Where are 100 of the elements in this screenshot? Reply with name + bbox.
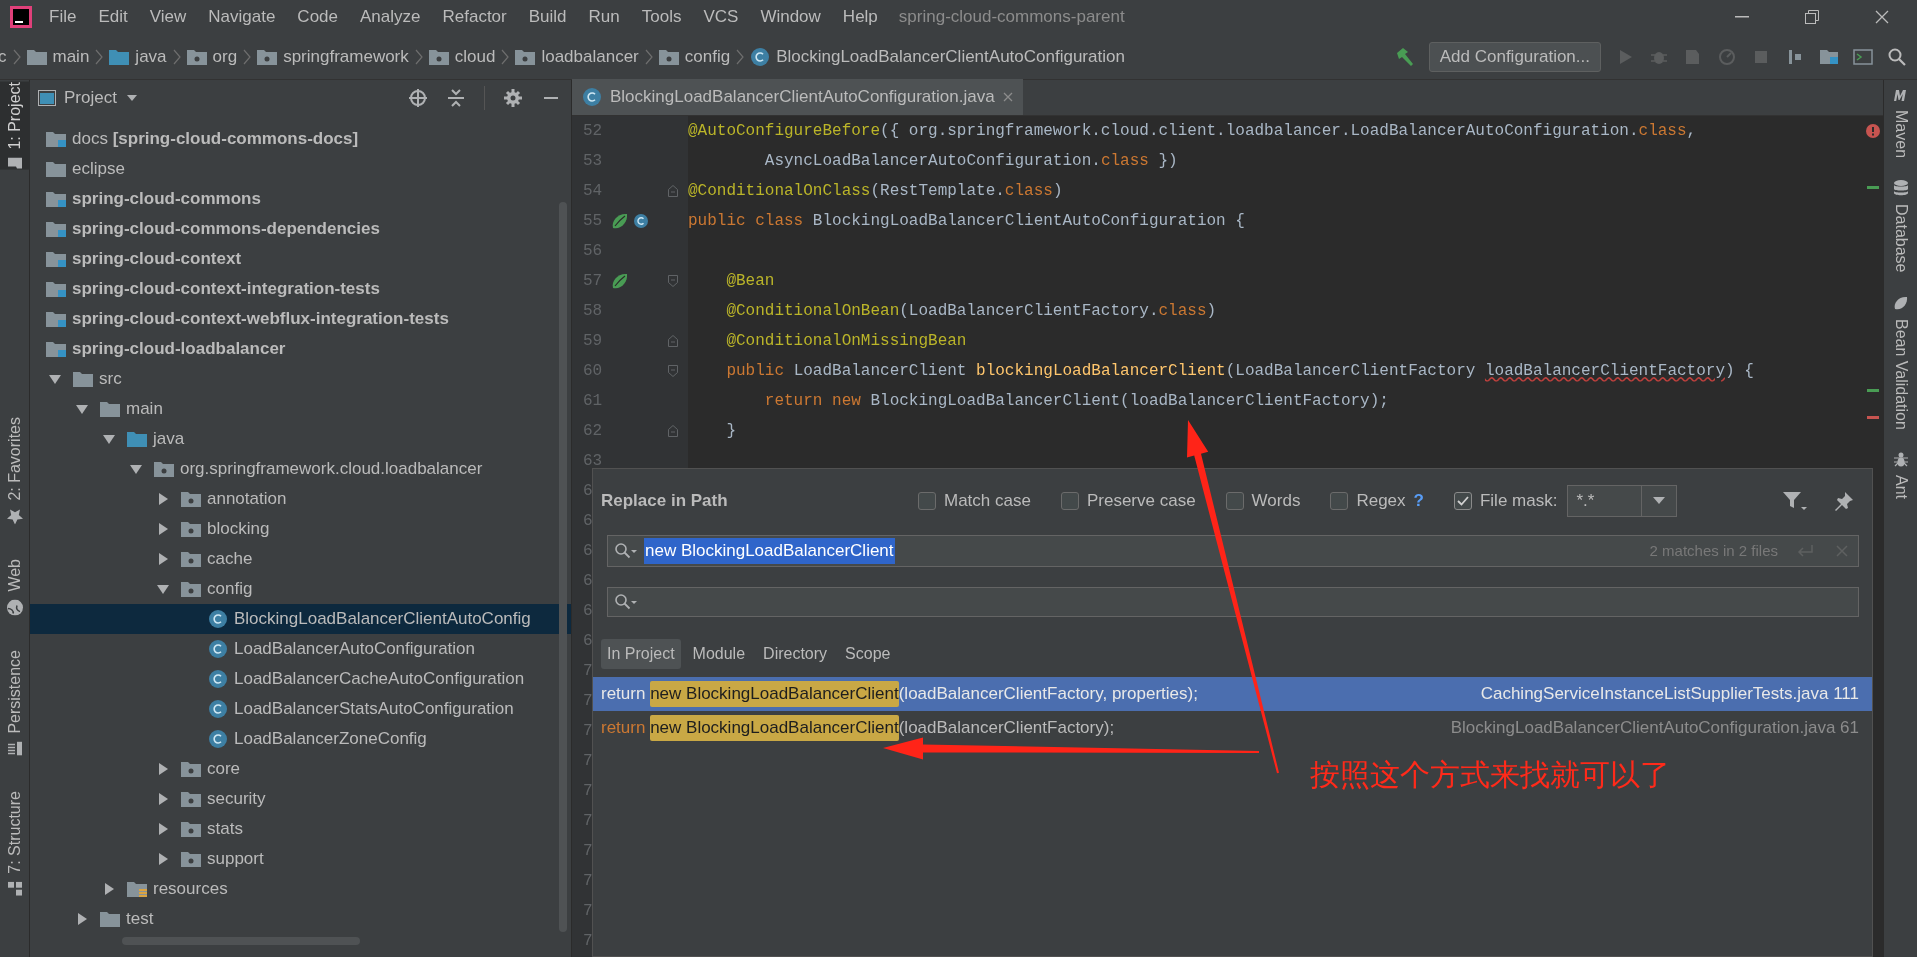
tree-item[interactable]: security [30,784,571,814]
triangle-down-icon[interactable] [76,403,88,415]
tree-item[interactable]: spring-cloud-context-integration-tests [30,274,571,304]
search-icon[interactable] [1887,46,1907,67]
caret-icon[interactable] [126,95,137,101]
tool-window-button[interactable]: Ant [1884,451,1917,500]
search-icon[interactable] [614,542,638,560]
tree-item[interactable]: support [30,844,571,874]
file-mask-combo[interactable]: *.* [1567,485,1678,517]
panel-title[interactable]: Project [64,85,117,111]
checkbox-label[interactable]: Preserve case [1086,488,1196,514]
menu-item[interactable]: VCS [692,4,750,30]
tree-item[interactable]: spring-cloud-context-webflux-integration-tests [30,304,571,334]
tree-item[interactable]: org.springframework.cloud.loadbalancer [30,454,571,484]
breadcrumb[interactable]: main [26,43,90,70]
crosshair-icon[interactable] [408,88,428,108]
menu-item[interactable]: Code [286,4,349,30]
menu-item[interactable]: Navigate [197,4,287,30]
triangle-down-icon[interactable] [130,463,142,475]
terminal-icon[interactable] [1853,46,1873,67]
menu-item[interactable]: View [138,4,198,30]
hammer-icon[interactable] [1394,46,1415,67]
help-link[interactable]: ? [1413,488,1424,514]
breadcrumb[interactable]: config [658,43,731,70]
triangle-down-icon[interactable] [49,373,61,385]
tree-item[interactable]: LoadBalancerStatsAutoConfiguration [30,694,571,724]
close-icon[interactable] [1875,10,1889,24]
checkbox-label[interactable]: Words [1251,488,1301,514]
checkbox[interactable] [1330,492,1349,510]
triangle-down-icon[interactable] [103,433,115,445]
breadcrumb[interactable]: cloud [428,43,496,70]
triangle-right-icon[interactable] [157,853,169,865]
run-configuration-button[interactable]: Add Configuration... [1428,41,1601,72]
triangle-right-icon[interactable] [76,913,88,925]
tree-item[interactable]: stats [30,814,571,844]
menu-item[interactable]: Build [517,4,578,30]
checkbox[interactable] [1225,492,1244,510]
tree-item[interactable]: resources [30,874,571,904]
checkbox[interactable] [1453,492,1472,510]
tree-item[interactable]: LoadBalancerAutoConfiguration [30,634,571,664]
settings-icon[interactable] [503,88,523,108]
search-icon[interactable] [614,593,638,611]
menu-item[interactable]: Window [749,4,832,30]
pin-icon[interactable] [1834,491,1854,511]
tree-item[interactable]: spring-cloud-commons [30,184,571,214]
tool-window-button[interactable]: 2: Favorites [0,416,30,525]
tool-window-button[interactable]: Web [0,559,30,616]
tree-item[interactable]: test [30,904,571,934]
scope-tab[interactable]: Directory [757,639,834,669]
tree-item[interactable]: src [30,364,571,394]
checkbox-label[interactable]: File mask: [1479,488,1558,514]
checkbox[interactable] [918,492,936,510]
menu-item[interactable]: Refactor [431,4,518,30]
triangle-right-icon[interactable] [157,763,169,775]
tree-item[interactable]: config [30,574,571,604]
editor-tab[interactable]: BlockingLoadBalancerClientAutoConfiguration.java [572,79,1023,115]
triangle-right-icon[interactable] [157,493,169,505]
triangle-right-icon[interactable] [157,823,169,835]
menu-item[interactable]: File [38,4,88,30]
checkbox[interactable] [1060,492,1079,510]
breadcrumb[interactable]: org [186,43,238,70]
triangle-down-icon[interactable] [157,583,169,595]
replace-field[interactable] [607,587,1859,617]
tree-item[interactable]: docs [spring-cloud-commons-docs] [30,124,571,154]
menu-item[interactable]: Run [577,4,631,30]
triangle-right-icon[interactable] [157,793,169,805]
tree-item[interactable]: main [30,394,571,424]
tree-item[interactable]: spring-cloud-loadbalancer [30,334,571,364]
breadcrumb[interactable]: BlockingLoadBalancerClientAutoConfiguration [750,43,1125,70]
tree-item[interactable]: blocking [30,514,571,544]
app-logo-icon[interactable] [10,6,32,28]
tool-window-button[interactable]: 7: Structure [0,791,30,897]
tree-item[interactable]: spring-cloud-context [30,244,571,274]
triangle-right-icon[interactable] [157,523,169,535]
tool-window-button[interactable]: Maven [1884,88,1917,159]
tool-window-button[interactable]: 1: Project [0,82,30,170]
scope-tab[interactable]: Module [686,639,752,669]
tree-item[interactable]: annotation [30,484,571,514]
collapse-all-icon[interactable] [446,88,466,108]
restore-icon[interactable] [1805,10,1819,24]
scope-tab[interactable]: Scope [839,639,897,669]
checkbox-label[interactable]: Regex [1356,488,1406,514]
checkbox-label[interactable]: Match case [944,488,1031,514]
triangle-right-icon[interactable] [157,553,169,565]
tree-item[interactable]: BlockingLoadBalancerClientAutoConfig [30,604,571,634]
tree-item[interactable]: cache [30,544,571,574]
filter-icon[interactable] [1782,490,1808,512]
tree-item[interactable]: eclipse [30,154,571,184]
triangle-right-icon[interactable] [103,883,115,895]
breadcrumb[interactable]: java [109,43,167,70]
menu-item[interactable]: Tools [630,4,693,30]
breadcrumb[interactable]: loadbalancer [515,43,639,70]
scope-tab[interactable]: In Project [601,639,681,669]
menu-item[interactable]: Edit [87,4,139,30]
tree-item[interactable]: spring-cloud-commons-dependencies [30,214,571,244]
tool-window-button[interactable]: Persistence [0,649,30,756]
tree-item[interactable]: LoadBalancerZoneConfig [30,724,571,754]
menu-item[interactable]: Help [831,4,889,30]
tree-item[interactable]: core [30,754,571,784]
tool-window-button[interactable]: Database [1884,180,1917,273]
